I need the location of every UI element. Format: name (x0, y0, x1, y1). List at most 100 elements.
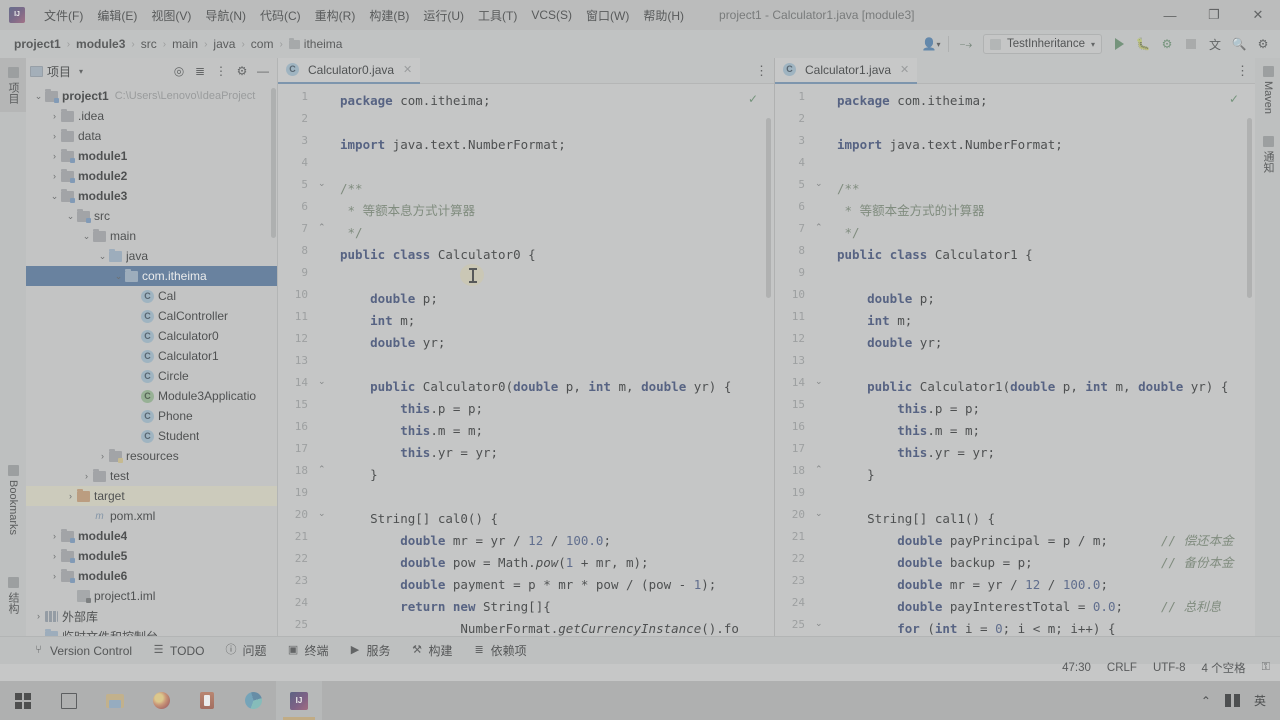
editor-options-icon[interactable]: ⋮ (755, 58, 768, 84)
translate-icon[interactable]: 文 (1204, 33, 1226, 55)
close-icon[interactable]: ✕ (403, 63, 412, 76)
tree-node[interactable]: C Cal (26, 286, 277, 306)
editor-scrollbar-right[interactable] (1247, 118, 1252, 298)
chevron-icon[interactable]: ⌄ (64, 211, 77, 222)
file-encoding[interactable]: UTF-8 (1153, 662, 1186, 674)
close-button[interactable]: ✕ (1236, 0, 1280, 30)
tree-node[interactable]: ⌄ module3 (26, 186, 277, 206)
tree-node[interactable]: C Student (26, 426, 277, 446)
tree-node[interactable]: › resources (26, 446, 277, 466)
menu-item-navigate[interactable]: 导航(N) (198, 3, 253, 28)
menu-item-edit[interactable]: 编辑(E) (90, 3, 144, 28)
code-fold-icon[interactable]: ⌃ (815, 464, 823, 475)
code-fold-icon[interactable]: ⌄ (815, 376, 823, 387)
code-fold-icon[interactable]: ⌃ (318, 464, 326, 475)
chevron-icon[interactable]: ⌄ (112, 271, 125, 282)
code-fold-icon[interactable]: ⌄ (318, 508, 326, 519)
tree-node[interactable]: › module6 (26, 566, 277, 586)
sidebar-item-notifications[interactable]: 通知 (1255, 128, 1280, 180)
chevron-icon[interactable]: ⌄ (96, 251, 109, 262)
editor-options-icon[interactable]: ⋮ (1236, 58, 1249, 84)
breadcrumb-main[interactable]: main (166, 37, 204, 51)
taskbar-firefox[interactable] (138, 681, 184, 720)
chevron-icon[interactable]: › (64, 491, 77, 501)
code-fold-icon[interactable]: ⌄ (815, 618, 823, 629)
code-content-left[interactable]: package com.itheima; import java.text.Num… (334, 84, 774, 636)
chevron-icon[interactable]: › (48, 551, 61, 561)
start-button[interactable] (0, 681, 46, 720)
tree-node[interactable]: project1.iml (26, 586, 277, 606)
sidebar-item-maven[interactable]: Maven (1255, 60, 1280, 120)
code-editor-left[interactable]: 1 2 3 4 5 ⌄ 6 7 ⌃ 8 9 10 11 12 13 14 ⌄ 15 16 17 18 ⌃ 19 20 ⌄ 21 22… (278, 84, 774, 636)
menu-item-tools[interactable]: 工具(T) (471, 3, 524, 28)
tree-node[interactable]: › module4 (26, 526, 277, 546)
inspection-status-icon[interactable]: ✓ (748, 92, 758, 106)
collapse-all-icon[interactable]: ⋮ (211, 61, 231, 81)
tree-node[interactable]: ⌄ main (26, 226, 277, 246)
account-icon[interactable]: 👤 ▾ (920, 33, 942, 55)
menu-item-code[interactable]: 代码(C) (253, 3, 308, 28)
breadcrumb-java[interactable]: java (207, 37, 241, 51)
lock-icon[interactable]: ⚿ (1262, 661, 1270, 674)
tree-node[interactable]: C Circle (26, 366, 277, 386)
minimize-button[interactable]: — (1148, 0, 1192, 30)
code-editor-right[interactable]: 1 2 3 4 5 ⌄ 6 7 ⌃ 8 9 10 11 12 13 14 ⌄ 15 16 17 18 ⌃ 19 20 ⌄ 21 22… (775, 84, 1255, 636)
chevron-down-icon[interactable]: ▾ (79, 67, 83, 76)
code-content-right[interactable]: package com.itheima; import java.text.Num… (831, 84, 1255, 636)
ime-language-label[interactable]: 英 (1254, 692, 1266, 709)
chevron-icon[interactable]: › (48, 571, 61, 581)
project-tree[interactable]: ⌄ project1 C:\Users\Lenovo\IdeaProject › .id… (26, 84, 277, 636)
menu-item-file[interactable]: 文件(F) (37, 3, 90, 28)
code-fold-icon[interactable]: ⌄ (318, 376, 326, 387)
indent-setting[interactable]: 4 个空格 (1202, 660, 1246, 676)
code-fold-icon[interactable]: ⌃ (815, 222, 823, 233)
gutter-left[interactable]: 1 2 3 4 5 ⌄ 6 7 ⌃ 8 9 10 11 12 13 14 ⌄ 15 16 17 18 ⌃ 19 20 ⌄ 21 22… (278, 84, 334, 636)
code-fold-icon[interactable]: ⌃ (318, 222, 326, 233)
chevron-icon[interactable]: › (96, 451, 109, 461)
tree-node[interactable]: C Phone (26, 406, 277, 426)
tree-node[interactable]: ⌄ project1 C:\Users\Lenovo\IdeaProject (26, 86, 277, 106)
close-icon[interactable]: ✕ (900, 63, 909, 76)
chevron-icon[interactable]: › (32, 611, 45, 621)
taskbar-intellij-idea[interactable] (276, 681, 322, 720)
code-fold-icon[interactable]: ⌄ (318, 178, 326, 189)
chevron-icon[interactable]: ⌄ (32, 91, 45, 102)
tree-node[interactable]: › target (26, 486, 277, 506)
tree-node[interactable]: m pom.xml (26, 506, 277, 526)
inspection-status-icon[interactable]: ✓ (1229, 92, 1239, 106)
chevron-icon[interactable]: › (48, 131, 61, 141)
maximize-button[interactable]: ❐ (1192, 0, 1236, 30)
menu-item-view[interactable]: 视图(V) (144, 3, 198, 28)
breadcrumb-module3[interactable]: module3 (70, 37, 131, 51)
breadcrumb-itheima[interactable]: itheima (283, 37, 349, 51)
sidebar-item-project[interactable]: 项目 (0, 58, 26, 112)
tree-node[interactable]: › module1 (26, 146, 277, 166)
settings-icon[interactable]: ⚙ (1252, 33, 1274, 55)
chevron-icon[interactable]: › (48, 531, 61, 541)
tree-node[interactable]: › .idea (26, 106, 277, 126)
expand-all-icon[interactable]: ≣ (190, 61, 210, 81)
chevron-icon[interactable]: › (80, 471, 93, 481)
sidebar-item-structure[interactable]: 结构 (0, 562, 26, 628)
ime-icon[interactable] (1224, 694, 1240, 707)
code-fold-icon[interactable]: ⌄ (815, 178, 823, 189)
locate-icon[interactable]: ◎ (169, 61, 189, 81)
taskbar-edge[interactable] (230, 681, 276, 720)
menu-item-build[interactable]: 构建(B) (362, 3, 416, 28)
tree-node[interactable]: C Calculator1 (26, 346, 277, 366)
coverage-icon[interactable]: ⚙ (1156, 33, 1178, 55)
breadcrumb-com[interactable]: com (245, 37, 280, 51)
chevron-icon[interactable]: › (48, 171, 61, 181)
taskbar-office[interactable] (184, 681, 230, 720)
chevron-icon[interactable]: › (48, 111, 61, 121)
chevron-icon[interactable]: ⌄ (80, 231, 93, 242)
menu-item-help[interactable]: 帮助(H) (636, 3, 691, 28)
gutter-right[interactable]: 1 2 3 4 5 ⌄ 6 7 ⌃ 8 9 10 11 12 13 14 ⌄ 15 16 17 18 ⌃ 19 20 ⌄ 21 22… (775, 84, 831, 636)
tree-node[interactable]: C Module3Applicatio (26, 386, 277, 406)
tree-node[interactable]: ⌄ com.itheima (26, 266, 277, 286)
tree-node[interactable]: › 外部库 (26, 606, 277, 626)
tree-node[interactable]: ⌄ src (26, 206, 277, 226)
settings-icon[interactable]: ⚙ (232, 61, 252, 81)
chevron-icon[interactable]: › (48, 151, 61, 161)
sidebar-item-bookmarks[interactable]: Bookmarks (0, 454, 26, 546)
